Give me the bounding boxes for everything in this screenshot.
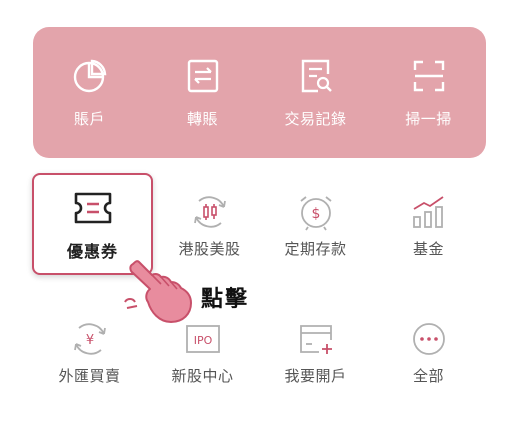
time-deposit-button[interactable]: $ 定期存款 bbox=[259, 193, 372, 273]
pointing-hand-icon bbox=[124, 260, 192, 323]
all-services-button[interactable]: 全部 bbox=[372, 320, 485, 400]
scan-label: 掃一掃 bbox=[405, 110, 452, 128]
all-services-label: 全部 bbox=[412, 367, 444, 385]
fx-exchange-label: 外匯買賣 bbox=[58, 367, 121, 385]
transaction-record-label: 交易記錄 bbox=[284, 110, 347, 128]
coupon-label: 優惠券 bbox=[66, 242, 118, 261]
top-menu-card: 賬戶 轉賬 交易記錄 掃一掃 bbox=[33, 27, 486, 158]
fund-label: 基金 bbox=[412, 240, 444, 258]
svg-text:¥: ¥ bbox=[85, 333, 93, 348]
fund-button[interactable]: 基金 bbox=[372, 193, 485, 273]
svg-text:IPO: IPO bbox=[193, 334, 212, 347]
ipo-center-label: 新股中心 bbox=[171, 367, 234, 385]
coupon-icon bbox=[74, 192, 111, 224]
transfer-icon bbox=[187, 59, 218, 93]
scan-icon bbox=[413, 60, 444, 92]
pie-chart-icon bbox=[73, 59, 106, 93]
scan-button[interactable]: 掃一掃 bbox=[372, 27, 485, 158]
open-account-icon bbox=[299, 325, 332, 354]
transaction-record-icon bbox=[301, 59, 332, 93]
click-annotation-text: 點擊 bbox=[201, 287, 250, 312]
svg-text:$: $ bbox=[311, 206, 320, 222]
transfer-button[interactable]: 轉賬 bbox=[146, 27, 259, 158]
stock-chart-icon bbox=[193, 196, 226, 228]
more-dots-icon bbox=[412, 323, 445, 355]
fx-exchange-button[interactable]: ¥ 外匯買賣 bbox=[33, 320, 146, 400]
time-deposit-label: 定期存款 bbox=[284, 240, 347, 258]
account-button[interactable]: 賬戶 bbox=[33, 27, 146, 158]
yen-exchange-icon: ¥ bbox=[73, 323, 106, 355]
open-account-button[interactable]: 我要開戶 bbox=[259, 320, 372, 400]
hk-us-stocks-label: 港股美股 bbox=[178, 240, 241, 258]
time-deposit-icon: $ bbox=[299, 196, 332, 231]
transaction-record-button[interactable]: 交易記錄 bbox=[259, 27, 372, 158]
transfer-label: 轉賬 bbox=[186, 110, 218, 128]
ipo-center-button[interactable]: IPO 新股中心 bbox=[146, 320, 259, 400]
open-account-label: 我要開戶 bbox=[284, 367, 347, 385]
fund-bars-icon bbox=[412, 196, 444, 228]
account-label: 賬戶 bbox=[73, 110, 105, 128]
